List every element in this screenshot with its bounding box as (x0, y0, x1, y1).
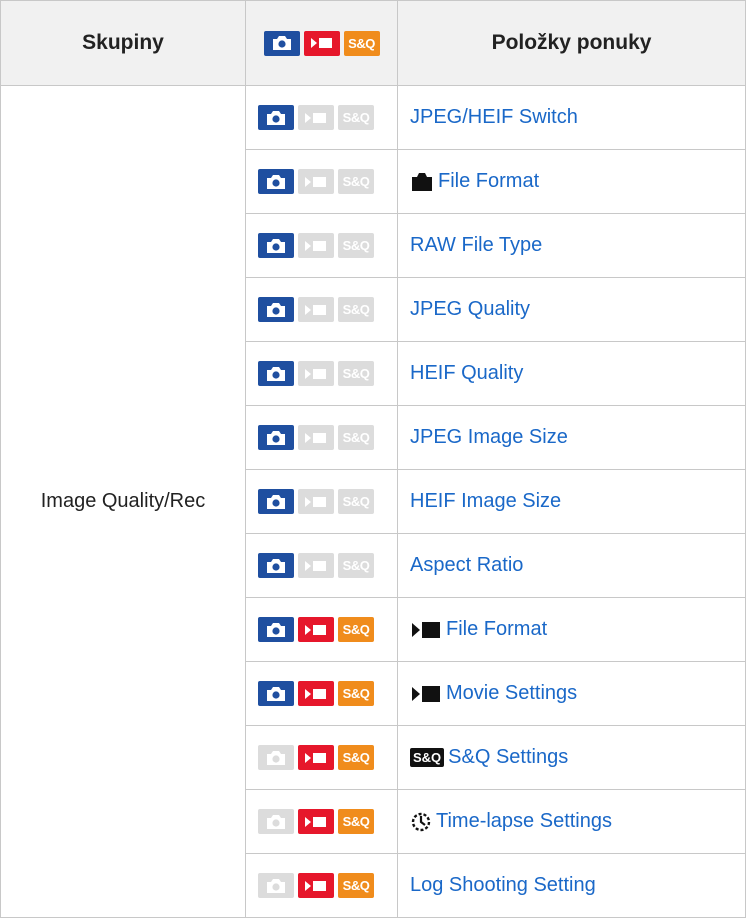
sq-icon: S&Q (338, 873, 374, 898)
menu-item-link[interactable]: JPEG Quality (410, 298, 530, 320)
still-camera-icon (258, 745, 294, 770)
menu-item-link[interactable]: Movie Settings (446, 682, 577, 704)
mode-icons-cell: S&Q (245, 853, 398, 918)
header-group: Skupiny (0, 0, 246, 86)
menu-item-cell: RAW File Type (397, 213, 746, 278)
sq-icon: S&Q (338, 233, 374, 258)
menu-item-cell: File Format (397, 149, 746, 214)
sq-icon: S&Q (338, 105, 374, 130)
sq-icon: S&Q (338, 361, 374, 386)
sq-icon: S&Q (338, 297, 374, 322)
still-camera-icon (258, 105, 294, 130)
still-camera-icon (258, 873, 294, 898)
mode-icons-cell: S&Q (245, 405, 398, 470)
movie-icon (298, 425, 334, 450)
menu-item-cell: HEIF Image Size (397, 469, 746, 534)
movie-icon (298, 873, 334, 898)
sq-icon: S&Q (338, 425, 374, 450)
movie-icon (298, 169, 334, 194)
still-camera-icon (258, 553, 294, 578)
sq-icon: S&Q (338, 553, 374, 578)
mode-icons-cell: S&Q (245, 533, 398, 598)
still-camera-icon (258, 809, 294, 834)
movie-icon (298, 361, 334, 386)
movie-icon (298, 297, 334, 322)
menu-item-cell: Log Shooting Setting (397, 853, 746, 918)
sq-icon: S&Q (338, 169, 374, 194)
mode-icons-cell: S&Q (245, 661, 398, 726)
still-camera-icon (258, 361, 294, 386)
menu-item-link[interactable]: HEIF Quality (410, 362, 523, 384)
menu-item-link[interactable]: Log Shooting Setting (410, 874, 596, 896)
movie-icon (410, 684, 442, 704)
menu-item-cell: S&Q S&Q Settings (397, 725, 746, 790)
movie-icon (410, 620, 442, 640)
movie-icon (298, 617, 334, 642)
menu-item-cell: File Format (397, 597, 746, 662)
sq-icon: S&Q (338, 617, 374, 642)
menu-item-cell: JPEG Quality (397, 277, 746, 342)
mode-icons-cell: S&Q (245, 725, 398, 790)
movie-icon (298, 489, 334, 514)
menu-item-cell: Time-lapse Settings (397, 789, 746, 854)
still-camera-icon (258, 617, 294, 642)
header-row: Skupiny S&Q Položky ponuky (0, 0, 746, 86)
movie-icon (298, 553, 334, 578)
menu-item-link[interactable]: JPEG/HEIF Switch (410, 106, 578, 128)
mode-icons-cell: S&Q (245, 213, 398, 278)
sq-icon: S&Q (338, 745, 374, 770)
movie-icon (298, 809, 334, 834)
menu-item-link[interactable]: RAW File Type (410, 234, 542, 256)
table-row: Image Quality/Rec S&Q JPEG/HEIF Switch (0, 85, 746, 918)
group-label: Image Quality/Rec (0, 85, 246, 918)
sq-icon: S&Q (410, 748, 445, 768)
header-mode-icons: S&Q (245, 0, 398, 86)
sq-icon: S&Q (338, 489, 374, 514)
menu-item-link[interactable]: File Format (446, 618, 547, 640)
sq-icon: S&Q (338, 681, 374, 706)
mode-icons-cell: S&Q (245, 341, 398, 406)
movie-icon (298, 233, 334, 258)
still-camera-icon (258, 233, 294, 258)
menu-item-link[interactable]: S&Q Settings (448, 746, 568, 768)
menu-item-link[interactable]: Time-lapse Settings (436, 810, 612, 832)
sq-icon: S&Q (338, 809, 374, 834)
still-camera-icon (258, 489, 294, 514)
still-camera-icon (410, 172, 434, 192)
movie-icon (298, 105, 334, 130)
mode-icons-cell: S&Q (245, 597, 398, 662)
menu-item-link[interactable]: JPEG Image Size (410, 426, 568, 448)
mode-icons-cell: S&Q (245, 789, 398, 854)
still-camera-icon (258, 297, 294, 322)
sq-icon: S&Q (343, 30, 380, 56)
menu-table: Skupiny S&Q Položky ponuky Image Quality… (0, 0, 746, 918)
mode-icons-cell: S&Q (245, 277, 398, 342)
timelapse-icon (410, 811, 432, 833)
mode-icons-cell: S&Q (245, 85, 398, 150)
still-camera-icon (258, 681, 294, 706)
menu-item-link[interactable]: Aspect Ratio (410, 554, 523, 576)
menu-item-cell: Aspect Ratio (397, 533, 746, 598)
menu-item-cell: JPEG/HEIF Switch (397, 85, 746, 150)
movie-icon (298, 681, 334, 706)
movie-icon (303, 30, 340, 56)
menu-item-cell: HEIF Quality (397, 341, 746, 406)
header-menu-items: Položky ponuky (397, 0, 746, 86)
movie-icon (298, 745, 334, 770)
menu-item-cell: Movie Settings (397, 661, 746, 726)
still-camera-icon (263, 30, 300, 56)
mode-icons-cell: S&Q (245, 149, 398, 214)
still-camera-icon (258, 169, 294, 194)
mode-icons-cell: S&Q (245, 469, 398, 534)
menu-item-link[interactable]: HEIF Image Size (410, 490, 561, 512)
still-camera-icon (258, 425, 294, 450)
menu-item-link[interactable]: File Format (438, 170, 539, 192)
menu-item-cell: JPEG Image Size (397, 405, 746, 470)
